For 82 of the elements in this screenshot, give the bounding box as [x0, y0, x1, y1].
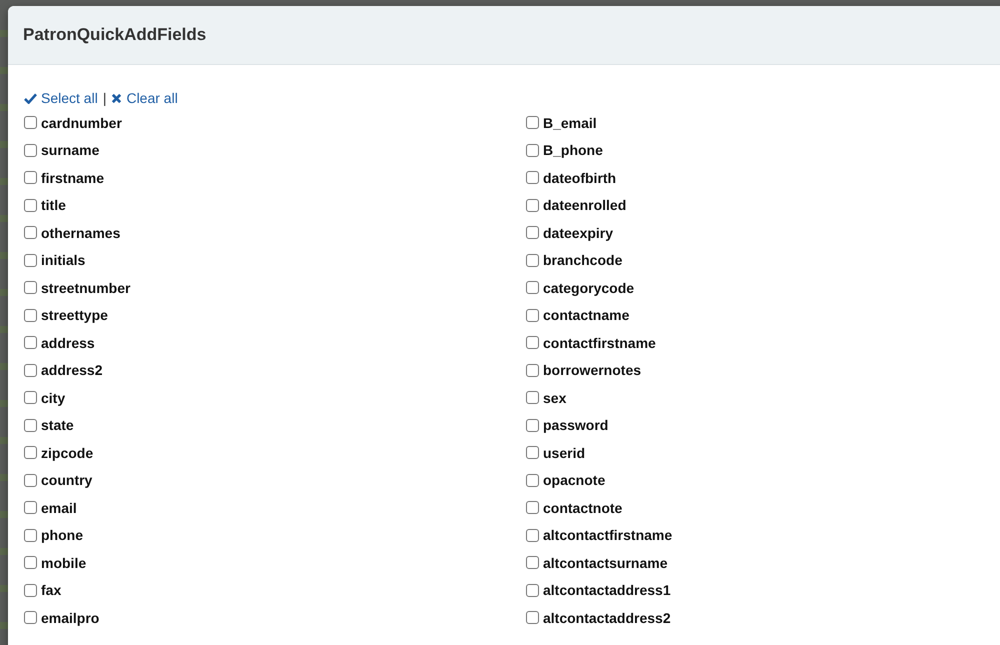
checkbox[interactable]: [526, 364, 539, 377]
checkbox[interactable]: [24, 308, 37, 322]
field-label: mobile: [41, 554, 86, 571]
field-label: userid: [543, 444, 586, 461]
checkbox[interactable]: [526, 501, 539, 514]
checkbox[interactable]: [526, 474, 539, 487]
field-label: categorycode: [543, 280, 634, 296]
checkbox[interactable]: [24, 474, 37, 487]
field-label: country: [41, 472, 92, 488]
checkbox[interactable]: [24, 446, 37, 460]
checkbox[interactable]: [24, 254, 37, 267]
checkbox[interactable]: [24, 226, 37, 240]
checkbox[interactable]: [526, 336, 539, 350]
checkbox[interactable]: [24, 584, 37, 597]
checkbox[interactable]: [24, 418, 37, 432]
field-label: cardnumber: [41, 114, 122, 131]
checkbox[interactable]: [24, 281, 37, 294]
checkbox[interactable]: [526, 171, 539, 184]
checkbox[interactable]: [526, 446, 539, 460]
field-label: B_email: [543, 114, 597, 131]
field-label: B_phone: [543, 142, 603, 158]
field-label: phone: [41, 527, 83, 544]
field-label: streettype: [41, 307, 108, 324]
field-label: dateenrolled: [543, 197, 626, 214]
checkbox[interactable]: [24, 144, 37, 157]
field-label: opacnote: [543, 472, 606, 488]
checkbox[interactable]: [24, 336, 37, 350]
field-label: sex: [543, 390, 566, 406]
field-label: borrowernotes: [543, 362, 642, 378]
checkbox[interactable]: [24, 611, 37, 624]
field-label: surname: [41, 142, 100, 158]
checkbox[interactable]: [526, 308, 539, 322]
field-label: contactname: [543, 307, 630, 324]
checkbox[interactable]: [526, 556, 539, 570]
checkbox[interactable]: [526, 281, 539, 294]
checkbox[interactable]: [24, 198, 37, 212]
field-label: title: [41, 197, 66, 214]
checkbox[interactable]: [24, 391, 37, 404]
field-label: contactfirstname: [543, 334, 656, 351]
checkbox[interactable]: [526, 144, 539, 157]
separator: |: [102, 90, 106, 106]
checkbox[interactable]: [24, 116, 37, 130]
field-label: dateofbirth: [543, 170, 616, 186]
field-label: dateexpiry: [543, 224, 614, 241]
checkbox[interactable]: [526, 116, 539, 130]
checkbox[interactable]: [526, 391, 539, 404]
field-label: address2: [41, 362, 102, 378]
field-label: firstname: [41, 170, 104, 186]
checkbox[interactable]: [526, 584, 539, 597]
field-label: branchcode: [543, 252, 622, 268]
field-label: streetnumber: [41, 280, 130, 296]
checkbox[interactable]: [526, 254, 539, 267]
field-label: email: [41, 500, 77, 516]
field-label: emailpro: [41, 610, 100, 626]
field-label: state: [41, 417, 74, 434]
field-label: zipcode: [41, 444, 94, 461]
checkbox[interactable]: [526, 528, 539, 542]
checkbox[interactable]: [24, 171, 37, 184]
close-icon: [111, 92, 122, 104]
field-label: altcontactaddress2: [543, 610, 671, 626]
checkbox[interactable]: [24, 556, 37, 570]
checkbox[interactable]: [24, 364, 37, 377]
field-label: city: [41, 390, 66, 406]
checkbox[interactable]: [24, 528, 37, 542]
field-label: altcontactsurname: [543, 554, 668, 571]
field-label: password: [543, 417, 608, 434]
select-all-link[interactable]: Select all: [24, 90, 98, 106]
checkbox[interactable]: [526, 611, 539, 624]
field-label: initials: [41, 252, 86, 268]
field-label: fax: [41, 582, 62, 598]
field-label: address: [41, 334, 95, 351]
checkbox[interactable]: [526, 418, 539, 432]
field-label: altcontactaddress1: [543, 582, 671, 598]
checkbox[interactable]: [526, 226, 539, 240]
check-icon: [24, 92, 37, 104]
checkbox[interactable]: [526, 198, 539, 212]
modal-title: PatronQuickAddFields: [23, 25, 206, 45]
field-label: altcontactfirstname: [543, 527, 672, 544]
field-label: contactnote: [543, 500, 622, 516]
checkbox[interactable]: [24, 501, 37, 514]
clear-all-link[interactable]: Clear all: [111, 90, 178, 106]
field-label: othernames: [41, 224, 120, 241]
